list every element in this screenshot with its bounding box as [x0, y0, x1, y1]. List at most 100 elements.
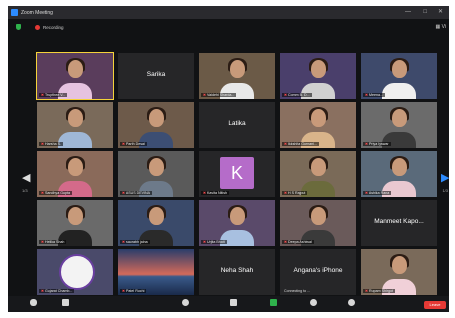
participant-name-label: ✖ Meena... — [363, 93, 385, 97]
participant-face — [392, 109, 407, 127]
participant-name-display: Sarika — [146, 71, 166, 78]
participant-name-text: Meena... — [369, 93, 383, 97]
participant-tile[interactable]: ✖ saurabh jalna — [118, 200, 194, 246]
participant-tile[interactable]: ✖ ASUS DEVINA — [118, 151, 194, 197]
participant-name-label: ✖ Vaidehi Sharda... — [201, 93, 237, 97]
video-button[interactable] — [62, 299, 69, 309]
participant-tile[interactable]: ✖ Meena... — [361, 53, 437, 99]
participant-tile[interactable]: ✖ Sandhya Gupta — [37, 151, 113, 197]
participants-icon — [182, 299, 189, 306]
participant-name-label: ✖ Rupam Shirgot — [363, 289, 395, 293]
microphone-icon — [30, 299, 37, 306]
participant-tile[interactable]: Neha Shah — [199, 249, 275, 295]
participant-name-text: Deepa Ashiwal — [288, 240, 312, 244]
participant-name-text: Connecting to ... — [284, 289, 311, 293]
participant-tile[interactable]: ✖ Harsha S. — [37, 102, 113, 148]
share-screen-icon — [270, 299, 277, 306]
participant-name-text: Trupthee V... — [44, 93, 66, 97]
participant-name-text: Gujarat Chamb... — [45, 289, 73, 293]
zoom-app-icon — [11, 9, 18, 16]
meeting-toolbar: Leave — [8, 296, 449, 312]
share-screen-button[interactable] — [270, 299, 277, 309]
close-icon[interactable]: ✕ — [438, 9, 443, 15]
participant-name-label: ✖ Gujarat Chamb... — [39, 289, 75, 293]
participant-tile[interactable]: Latika — [199, 102, 275, 148]
participant-name-label: ✖ Priya Iyswar — [363, 142, 391, 146]
participant-name-label: ✖ Sandhya Gupta — [39, 191, 72, 195]
participant-tile[interactable]: Manmeet Kapo... — [361, 200, 437, 246]
page-indicator-right: 1/3 — [442, 188, 448, 193]
participant-tile[interactable]: ✖ Patel Ruchi — [118, 249, 194, 295]
participant-name-label: ✖ Parth Desai — [120, 142, 147, 146]
participant-name-text: H S Rajput — [288, 191, 306, 195]
next-page-arrow-icon[interactable]: ▶ — [441, 171, 449, 185]
participant-tile[interactable]: ✖ H S Rajput — [280, 151, 356, 197]
participant-tile[interactable]: ✖ Ikkshita Gurnani... — [280, 102, 356, 148]
participant-tile[interactable]: ✖ Trupthee V... — [36, 52, 114, 100]
title-bar: Zoom Meeting — □ ✕ — [8, 6, 449, 19]
mute-button[interactable] — [30, 299, 37, 309]
participant-tile[interactable]: ✖ Comm B. D... — [280, 53, 356, 99]
view-label: Vi — [441, 24, 446, 30]
meeting-status-bar: Recording ▦ Vi — [8, 20, 449, 34]
participant-face — [149, 158, 164, 176]
participant-body — [58, 132, 92, 148]
organization-logo — [59, 254, 95, 290]
record-button[interactable] — [310, 299, 317, 309]
page-indicator-left: 1/3 — [22, 188, 28, 193]
participant-tile[interactable]: K ✖ Kavita Nitish — [199, 151, 275, 197]
participant-name-display: Latika — [228, 120, 246, 127]
participant-name-text: Urjita Bhatt — [207, 240, 225, 244]
participant-name-text: Kavita Nitish — [207, 191, 227, 195]
avatar: K — [220, 157, 254, 189]
participant-tile[interactable]: ✖ Ashika Rana — [361, 151, 437, 197]
participant-face — [149, 109, 164, 127]
participant-tile[interactable]: ✖ Parth Desai — [118, 102, 194, 148]
participant-tile[interactable]: ✖ Rupam Shirgot — [361, 249, 437, 295]
prev-page-arrow-icon[interactable]: ◀ — [22, 171, 30, 185]
participant-face — [68, 60, 83, 78]
participant-name-text: Ashika Rana — [368, 191, 390, 195]
participant-face — [68, 207, 83, 225]
participant-name-text: Vaidehi Sharda... — [207, 93, 235, 97]
encryption-shield-icon[interactable] — [16, 24, 21, 30]
recording-label: Recording — [43, 25, 64, 30]
participant-name-label: ✖ Kavita Nitish — [201, 191, 229, 195]
participant-name-text: Harsha S. — [45, 142, 61, 146]
recording-icon[interactable] — [35, 25, 40, 30]
participant-name-text: Priya Iyswar — [369, 142, 389, 146]
participant-name-label: ✖ Urjita Bhatt — [201, 240, 227, 244]
minimize-icon[interactable]: — — [405, 9, 411, 15]
maximize-icon[interactable]: □ — [423, 9, 427, 15]
participant-face — [392, 256, 407, 274]
participant-name-text: Sandhya Gupta — [45, 191, 70, 195]
participant-name-text: Ikkshita Gurnani... — [288, 142, 317, 146]
participant-tile[interactable]: Angana's iPhone Connecting to ... — [280, 249, 356, 295]
view-grid-icon: ▦ — [435, 24, 441, 30]
participant-tile[interactable]: ✖ Gujarat Chamb... — [37, 249, 113, 295]
participant-face — [68, 158, 83, 176]
leave-button[interactable]: Leave — [424, 301, 446, 309]
participant-face — [311, 207, 326, 225]
participant-face — [311, 60, 326, 78]
participant-name-text: Rupam Shirgot — [369, 289, 393, 293]
participant-tile[interactable]: ✖ Priya Iyswar — [361, 102, 437, 148]
participant-tile[interactable]: ✖ Helika Shah — [37, 200, 113, 246]
participant-face — [68, 109, 83, 127]
reactions-button[interactable] — [348, 299, 355, 309]
participant-name-label: Connecting to ... — [282, 289, 312, 293]
participant-face — [230, 207, 245, 225]
participant-face — [311, 109, 326, 127]
zoom-window: Zoom Meeting — □ ✕ Recording ▦ Vi ◀ 1/3 … — [8, 6, 449, 312]
participant-tile[interactable]: ✖ Vaidehi Sharda... — [199, 53, 275, 99]
participant-tile[interactable]: ✖ Urjita Bhatt — [199, 200, 275, 246]
participant-tile[interactable]: Sarika — [118, 53, 194, 99]
participant-tile[interactable]: ✖ Deepa Ashiwal — [280, 200, 356, 246]
view-toggle[interactable]: ▦ Vi — [436, 24, 446, 30]
participants-button[interactable] — [182, 299, 189, 309]
participant-name-label: ✖ H S Rajput — [282, 191, 308, 195]
participant-face — [392, 60, 407, 78]
participant-name-display: Angana's iPhone — [293, 267, 343, 274]
participant-name-display: Manmeet Kapo... — [374, 218, 424, 225]
chat-button[interactable] — [230, 299, 237, 309]
